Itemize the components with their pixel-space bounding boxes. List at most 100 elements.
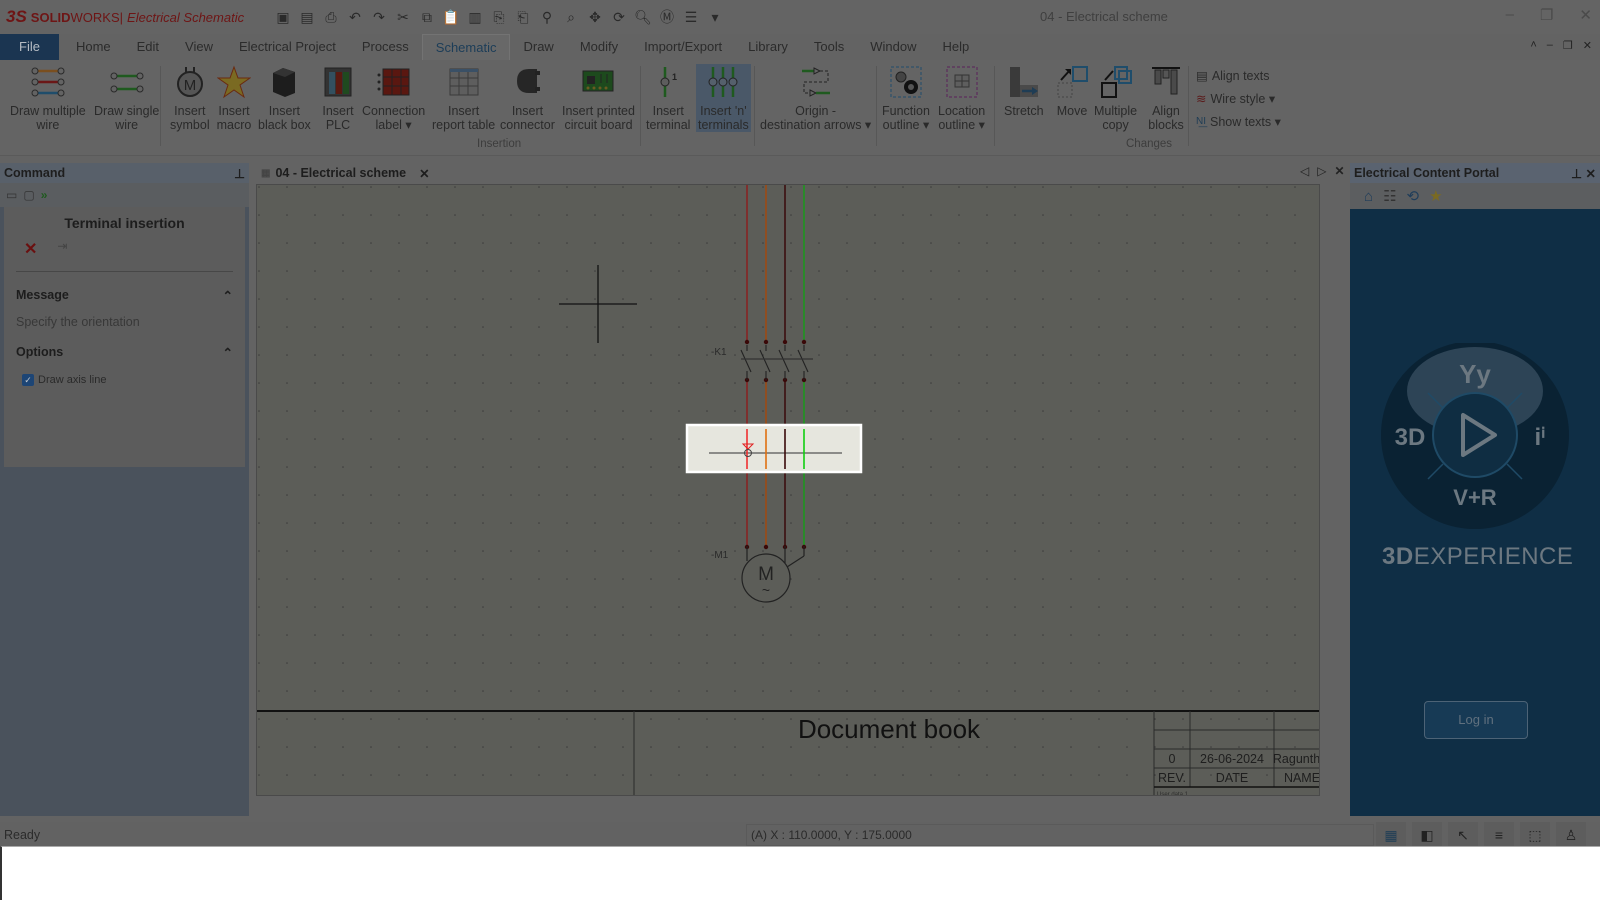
pan-icon[interactable]: ✥ (586, 8, 604, 26)
schematic-drawing[interactable]: -K1 -M1 M ~ Document book 0 26-06-2024 R… (257, 185, 1320, 796)
insert-plc-button[interactable]: Insert PLC (320, 64, 356, 132)
redraw-icon[interactable]: ⟳ (610, 8, 628, 26)
document-title: Document book (798, 714, 981, 744)
connector-icon (509, 64, 545, 100)
menu-window[interactable]: Window (857, 34, 929, 60)
new-icon[interactable]: ▣ (274, 8, 292, 26)
restore-button[interactable]: ❐ (1540, 6, 1553, 24)
portal-close-icon[interactable]: ✕ (1586, 167, 1596, 181)
pin-icon[interactable]: ⊥ (234, 166, 245, 181)
draw-axis-line-checkbox[interactable]: ✓ Draw axis line (4, 360, 245, 386)
menu-library[interactable]: Library (735, 34, 801, 60)
function-outline-button[interactable]: Function outline ▾ (882, 64, 930, 132)
print-icon[interactable]: ⎙ (322, 8, 340, 26)
paste-special-icon[interactable]: ▥ (466, 8, 484, 26)
collapse-message-icon[interactable]: ⌃ (223, 288, 233, 303)
close-tab-icon[interactable]: ✕ (419, 166, 429, 181)
menu-electrical-project[interactable]: Electrical Project (226, 34, 349, 60)
menu-import-export[interactable]: Import/Export (631, 34, 735, 60)
align-blocks-button[interactable]: Align blocks (1148, 64, 1184, 132)
menu-view[interactable]: View (172, 34, 226, 60)
svg-text:1: 1 (672, 72, 677, 82)
home-icon[interactable]: ⌂ (1364, 188, 1373, 205)
insert-n-terminals-button[interactable]: Insert 'n' terminals (696, 64, 751, 132)
grid-toggle-icon[interactable]: ▦ (1376, 822, 1406, 848)
zoom-window-icon[interactable]: ⌕ (562, 8, 580, 26)
close-button[interactable]: ✕ (1579, 6, 1592, 24)
menu-help[interactable]: Help (930, 34, 983, 60)
doc-close-button[interactable]: ✕ (1583, 39, 1592, 52)
insert-connector-button[interactable]: Insert connector (500, 64, 555, 132)
menu-file[interactable]: File (0, 34, 59, 60)
menu-tools[interactable]: Tools (801, 34, 857, 60)
schematic-canvas[interactable]: -K1 -M1 M ~ Document book 0 26-06-2024 R… (256, 184, 1320, 796)
favorites-icon[interactable]: ★ (1429, 187, 1442, 205)
cancel-icon[interactable]: ✕ (24, 239, 37, 259)
document-tab[interactable]: ▦ 04 - Electrical scheme ✕ (257, 162, 434, 184)
tab-prev-icon[interactable]: ◁ (1300, 164, 1309, 178)
save-icon[interactable]: ▤ (298, 8, 316, 26)
zoom-icon[interactable]: ⚲ (538, 8, 556, 26)
wire-icon[interactable]: ☰ (682, 8, 700, 26)
portal-pin-icon[interactable]: ⊥ (1571, 167, 1582, 181)
menu-process[interactable]: Process (349, 34, 422, 60)
menu-modify[interactable]: Modify (567, 34, 631, 60)
align-texts-button[interactable]: ▤ Align texts (1196, 68, 1269, 84)
connection-point (801, 339, 807, 345)
insert-symbol-button[interactable]: M Insert symbol (170, 64, 210, 132)
insert-black-box-button[interactable]: Insert black box (258, 64, 311, 132)
show-texts-button[interactable]: N͟I Show texts ▾ (1196, 114, 1281, 129)
multiple-copy-button[interactable]: Multiple copy (1094, 64, 1137, 132)
login-button[interactable]: Log in (1424, 701, 1528, 739)
insert-pcb-button[interactable]: Insert printed circuit board (562, 64, 635, 132)
wire-style-button[interactable]: ≋ Wire style ▾ (1196, 91, 1275, 106)
doc-restore-button[interactable]: ❐ (1563, 39, 1573, 52)
doc-minimize-button[interactable]: – (1547, 39, 1553, 52)
lineweight-toggle-icon[interactable]: ≡ (1484, 822, 1514, 848)
menu-draw[interactable]: Draw (510, 34, 566, 60)
close-all-icon[interactable]: ✕ (1334, 164, 1344, 178)
minimize-button[interactable]: – (1506, 6, 1514, 24)
origin-destination-arrows-button[interactable]: Origin - destination arrows ▾ (760, 64, 871, 132)
paste-icon[interactable]: 📋 (442, 8, 460, 26)
ortho-toggle-icon[interactable]: ◧ (1412, 822, 1442, 848)
list-icon[interactable]: ☷ (1383, 187, 1396, 205)
move-button[interactable]: Move (1054, 64, 1090, 118)
draw-multiple-wire-button[interactable]: Draw multiple wire (10, 64, 86, 132)
checkbox-checked-icon[interactable]: ✓ (22, 374, 34, 386)
copy-file-icon[interactable]: ⎘ (490, 8, 508, 26)
panel-view-icon[interactable]: ▭ (6, 188, 17, 202)
draw-single-wire-button[interactable]: Draw single wire (94, 64, 159, 132)
collapse-ribbon-icon[interactable]: ˄ (1530, 39, 1536, 52)
redo-icon[interactable]: ↷ (370, 8, 388, 26)
location-outline-button[interactable]: Location outline ▾ (938, 64, 985, 132)
insert-report-table-button[interactable]: Insert report table (432, 64, 495, 132)
search-icon[interactable]: 🔍︎ (634, 8, 652, 26)
update-icon[interactable]: ⟲ (1407, 187, 1420, 205)
paste-file-icon[interactable]: ⎗ (514, 8, 532, 26)
cut-icon[interactable]: ✂ (394, 8, 412, 26)
stretch-button[interactable]: Stretch (1004, 64, 1044, 118)
terminal-preview (685, 423, 863, 474)
copy-icon[interactable]: ⧉ (418, 8, 436, 26)
tab-next-icon[interactable]: ▷ (1317, 164, 1326, 178)
selection-toggle-icon[interactable]: ⬚ (1520, 822, 1550, 848)
function-outline-icon (888, 64, 924, 100)
menu-edit[interactable]: Edit (124, 34, 172, 60)
pin-command-icon[interactable]: ⇥ (57, 239, 67, 259)
properties-toggle-icon[interactable]: ♙ (1556, 822, 1586, 848)
menu-home[interactable]: Home (63, 34, 124, 60)
snap-toggle-icon[interactable]: ↖ (1448, 822, 1478, 848)
run-icon[interactable]: » (41, 188, 48, 202)
collapse-options-icon[interactable]: ⌃ (223, 345, 233, 360)
panel-frame-icon[interactable]: ▢ (23, 188, 34, 202)
customize-icon[interactable]: ▾ (706, 8, 724, 26)
connection-label-button[interactable]: Connection label ▾ (362, 64, 425, 132)
insert-terminal-button[interactable]: 1 Insert terminal (646, 64, 690, 132)
svg-text:Yy: Yy (1459, 359, 1491, 389)
insert-macro-button[interactable]: Insert macro (216, 64, 252, 132)
menu-schematic[interactable]: Schematic (421, 34, 511, 60)
macro-icon[interactable]: Ⓜ (658, 8, 676, 26)
undo-icon[interactable]: ↶ (346, 8, 364, 26)
origin-destination-icon (798, 64, 834, 100)
